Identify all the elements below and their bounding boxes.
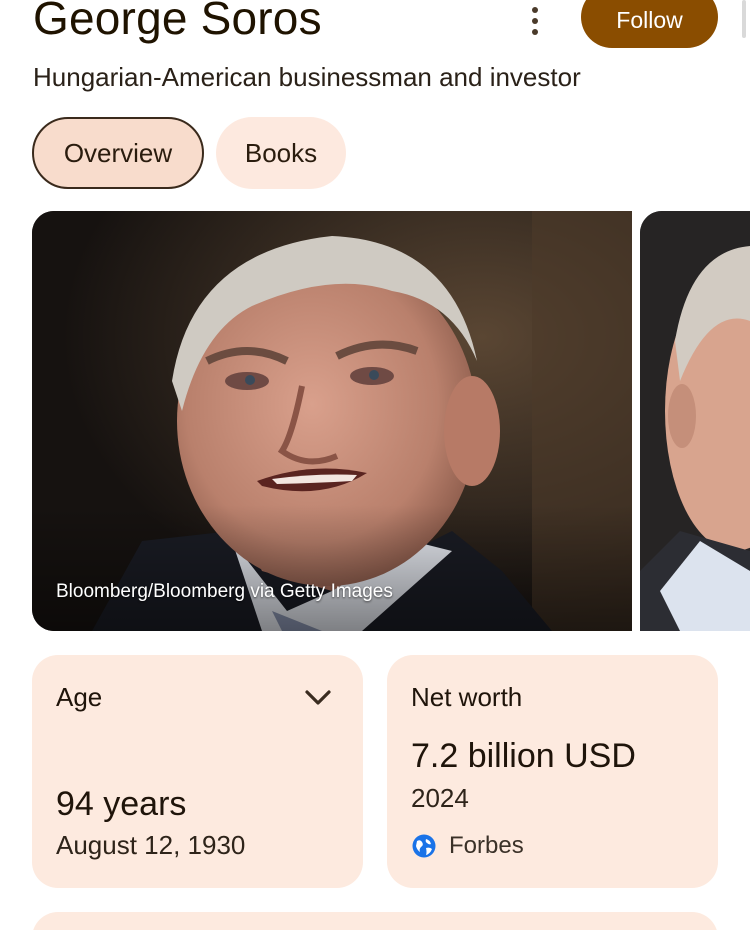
net-worth-source-link[interactable]: Forbes [411,832,524,860]
net-worth-value: 7.2 billion USD [411,737,636,775]
tab-books[interactable]: Books [216,117,346,189]
net-worth-card[interactable]: Net worth 7.2 billion USD 2024 Forbes [387,655,718,888]
entity-title: George Soros [33,0,322,44]
more-vert-icon [532,7,538,13]
age-value: 94 years [56,785,187,823]
main-photo[interactable]: Bloomberg/Bloomberg via Getty Images [32,211,632,631]
chevron-down-icon[interactable] [303,685,333,709]
net-worth-year: 2024 [411,783,469,813]
next-card[interactable] [32,912,718,930]
scrollbar[interactable] [738,0,750,40]
net-worth-label: Net worth [411,682,523,712]
entity-subtitle: Hungarian-American businessman and inves… [33,62,581,92]
source-name: Forbes [449,832,524,859]
photo-credit: Bloomberg/Bloomberg via Getty Images [56,581,393,602]
tab-overview[interactable]: Overview [32,117,204,189]
age-card[interactable]: Age 94 years August 12, 1930 [32,655,363,888]
more-options-button[interactable] [520,4,550,38]
portrait-image [32,211,632,631]
next-photo[interactable] [640,211,750,631]
age-label: Age [56,682,103,712]
secondary-portrait-image [640,211,750,631]
birth-date: August 12, 1930 [56,830,246,860]
follow-button[interactable]: Follow [581,0,718,48]
globe-icon [412,834,436,858]
